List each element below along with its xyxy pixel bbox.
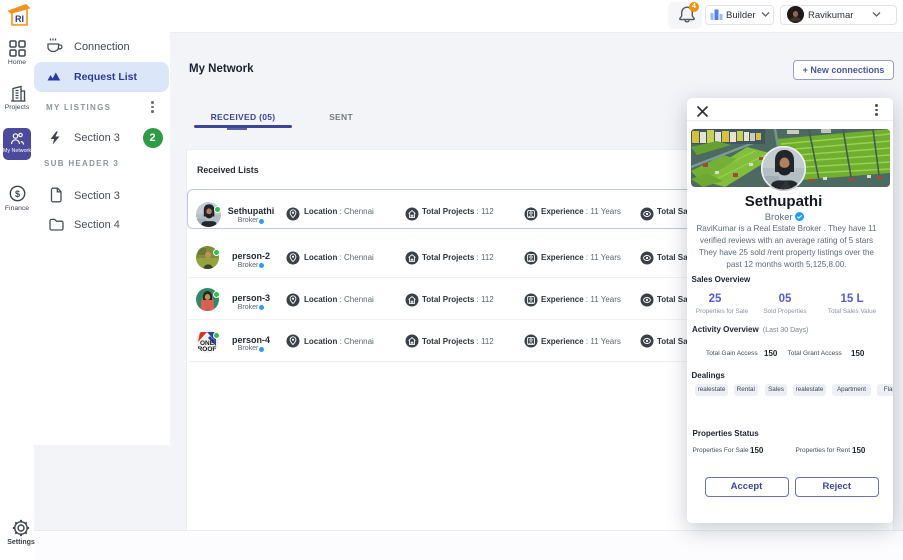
svg-text:$: $ bbox=[15, 189, 20, 199]
svg-text:ROOF: ROOF bbox=[198, 346, 217, 353]
svg-text:RI: RI bbox=[15, 14, 24, 24]
